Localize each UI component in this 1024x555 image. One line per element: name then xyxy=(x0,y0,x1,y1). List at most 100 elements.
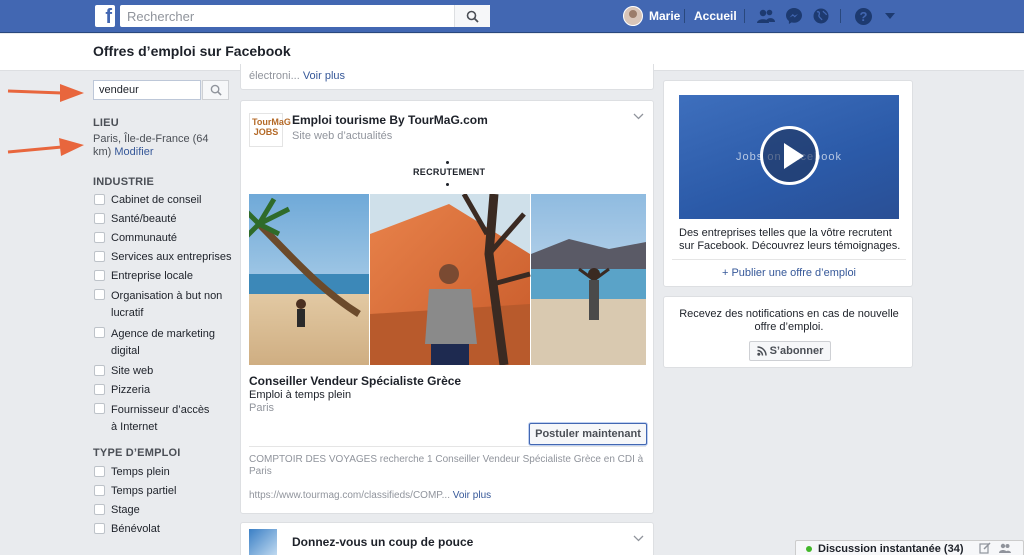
chat-label: Discussion instantanée (34) xyxy=(818,543,964,555)
jobs-video-card: Jobs on Facebook Des entreprises telles … xyxy=(663,80,913,287)
location-heading: LIEU xyxy=(93,117,119,129)
subscribe-button[interactable]: S’abonner xyxy=(749,341,831,361)
job-description: COMPTOIR DES VOYAGES recherche 1 Conseil… xyxy=(249,454,644,477)
keyword-search-input[interactable] xyxy=(93,80,201,100)
filter-label: Bénévolat xyxy=(111,523,160,535)
industry-filter-item[interactable]: Services aux entreprises xyxy=(93,250,233,265)
annotation-arrow-icon xyxy=(7,138,84,156)
filter-label: Entreprise locale xyxy=(111,270,193,282)
previous-job-card: électroni... Voir plus xyxy=(240,64,654,90)
previous-snippet: électroni... Voir plus xyxy=(249,70,345,82)
profile-link[interactable]: Marie xyxy=(623,5,680,27)
jobs-video[interactable]: Jobs on Facebook xyxy=(679,95,899,219)
notifications-globe-icon[interactable] xyxy=(811,6,831,26)
chevron-down-icon[interactable] xyxy=(633,113,644,120)
annotation-arrow-icon xyxy=(7,84,84,102)
checkbox[interactable] xyxy=(94,523,105,534)
job-url: https://www.tourmag.com/classifieds/COMP… xyxy=(249,490,450,501)
job-post-card: TourMaG JOBS Emploi tourisme By TourMaG.… xyxy=(240,100,654,514)
industry-filter-item[interactable]: Communauté xyxy=(93,231,233,246)
filter-label: Pizzeria xyxy=(111,384,151,396)
industry-filter-item[interactable]: Site web xyxy=(93,364,233,379)
filter-label: Santé/beauté xyxy=(111,213,177,225)
checkbox[interactable] xyxy=(94,365,105,376)
checkbox[interactable] xyxy=(94,504,105,515)
search-icon xyxy=(210,84,222,96)
job-type-filter-item[interactable]: Stage xyxy=(93,503,233,518)
keyword-search xyxy=(93,80,229,100)
industry-filter-item[interactable]: Entreprise locale xyxy=(93,269,233,284)
friends-icon[interactable] xyxy=(756,6,776,26)
play-icon[interactable] xyxy=(760,126,819,185)
filter-label: Stage xyxy=(111,504,140,516)
industry-filter-item[interactable]: Organisation à but non lucratif xyxy=(93,288,223,322)
facebook-logo-icon[interactable]: f xyxy=(95,5,115,27)
page-category: Site web d’actualités xyxy=(292,130,393,142)
global-search-input[interactable] xyxy=(120,5,450,27)
divider xyxy=(672,259,906,260)
location-filter: Paris, Île-de-France (64 km) Modifier xyxy=(93,133,218,159)
publish-job-link[interactable]: + Publier une offre d’emploi xyxy=(664,267,914,279)
job-post-image[interactable] xyxy=(249,194,646,365)
industry-filter-item[interactable]: Agence de marketing digital xyxy=(93,326,223,360)
filter-label: Temps partiel xyxy=(111,485,177,497)
checkbox[interactable] xyxy=(94,232,105,243)
nav-divider xyxy=(840,9,841,23)
industry-filter-list: Cabinet de conseil Santé/beauté Communau… xyxy=(93,193,233,436)
dropdown-caret-icon[interactable] xyxy=(880,6,900,26)
job-location: Paris xyxy=(249,402,275,414)
keyword-search-button[interactable] xyxy=(202,80,229,100)
checkbox[interactable] xyxy=(94,251,105,262)
industry-filter-item[interactable]: Fournisseur d’accès à Internet xyxy=(93,402,213,436)
next-post-thumbnail[interactable] xyxy=(249,529,277,555)
job-type-filter-item[interactable]: Temps partiel xyxy=(93,484,233,499)
filter-label: Agence de marketing digital xyxy=(111,328,215,357)
nav-divider xyxy=(684,9,685,23)
messenger-icon[interactable] xyxy=(784,6,804,26)
filter-label: Cabinet de conseil xyxy=(111,194,202,206)
checkbox[interactable] xyxy=(94,289,105,300)
banner-dot xyxy=(446,161,449,164)
global-search xyxy=(120,5,490,27)
rss-icon xyxy=(756,346,767,356)
checkbox[interactable] xyxy=(94,466,105,477)
chat-bar[interactable]: Discussion instantanée (34) xyxy=(795,540,1024,555)
see-more-link[interactable]: Voir plus xyxy=(303,70,345,82)
checkbox[interactable] xyxy=(94,270,105,281)
compose-icon[interactable] xyxy=(979,542,991,554)
checkbox[interactable] xyxy=(94,384,105,395)
svg-text:?: ? xyxy=(859,9,867,24)
job-title-link[interactable]: Conseiller Vendeur Spécialiste Grèce xyxy=(249,374,461,388)
job-type-filter-item[interactable]: Temps plein xyxy=(93,465,233,480)
industry-filter-item[interactable]: Pizzeria xyxy=(93,383,233,398)
see-more-link[interactable]: Voir plus xyxy=(453,490,491,501)
filter-label: Organisation à but non lucratif xyxy=(111,290,223,319)
chevron-down-icon[interactable] xyxy=(633,535,644,542)
checkbox[interactable] xyxy=(94,213,105,224)
job-type-heading: TYPE D’EMPLOI xyxy=(93,447,181,459)
industry-filter-item[interactable]: Santé/beauté xyxy=(93,212,233,227)
checkbox[interactable] xyxy=(94,194,105,205)
home-link[interactable]: Accueil xyxy=(694,5,737,27)
checkbox[interactable] xyxy=(94,403,105,414)
next-job-card: Donnez-vous un coup de pouce xyxy=(240,522,654,555)
filter-label: Fournisseur d’accès à Internet xyxy=(111,404,210,433)
job-alerts-card: Recevez des notifications en cas de nouv… xyxy=(663,296,913,368)
next-post-title[interactable]: Donnez-vous un coup de pouce xyxy=(292,535,473,549)
checkbox[interactable] xyxy=(94,485,105,496)
chat-friends-icon[interactable] xyxy=(999,542,1011,554)
page-title: Offres d’emploi sur Facebook xyxy=(93,43,291,59)
apply-now-button[interactable]: Postuler maintenant xyxy=(529,423,647,445)
help-icon[interactable]: ? xyxy=(853,6,873,26)
checkbox[interactable] xyxy=(94,327,105,338)
job-type-filter-list: Temps plein Temps partiel Stage Bénévola… xyxy=(93,465,233,537)
page-logo[interactable]: TourMaG JOBS xyxy=(249,113,291,147)
profile-name: Marie xyxy=(649,9,681,23)
job-alerts-text: Recevez des notifications en cas de nouv… xyxy=(679,308,899,333)
location-edit-link[interactable]: Modifier xyxy=(114,146,153,158)
page-name-link[interactable]: Emploi tourisme By TourMaG.com xyxy=(292,113,488,127)
job-type-filter-item[interactable]: Bénévolat xyxy=(93,522,233,537)
global-search-button[interactable] xyxy=(454,5,490,27)
industry-filter-item[interactable]: Cabinet de conseil xyxy=(93,193,233,208)
video-description: Des entreprises telles que la vôtre recr… xyxy=(679,227,901,252)
